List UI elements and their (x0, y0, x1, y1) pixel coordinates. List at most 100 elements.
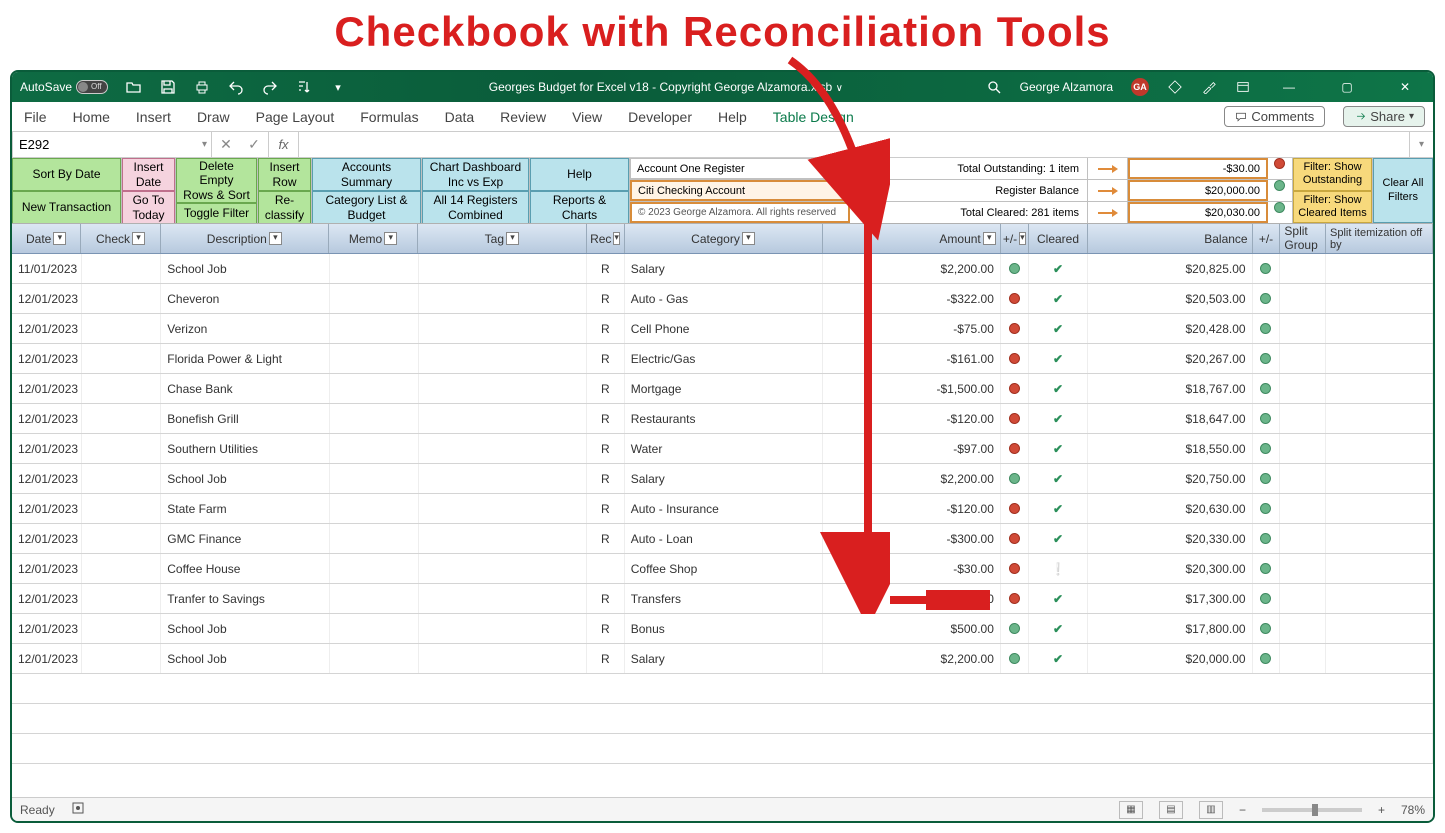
cell-date[interactable]: 12/01/2023 (12, 584, 82, 613)
open-icon[interactable] (126, 79, 142, 95)
zoom-out-button[interactable]: − (1239, 803, 1246, 817)
name-box[interactable]: E292▾ (12, 132, 212, 157)
page-break-view-button[interactable]: ▥ (1199, 801, 1223, 819)
cell-memo[interactable] (330, 554, 419, 583)
cell-split-group[interactable] (1280, 434, 1326, 463)
cell-tag[interactable] (419, 554, 587, 583)
cell-date[interactable]: 12/01/2023 (12, 314, 82, 343)
cell-check[interactable] (82, 404, 161, 433)
cell-description[interactable]: Tranfer to Savings (161, 584, 329, 613)
cell-date[interactable]: 12/01/2023 (12, 434, 82, 463)
cell-rec[interactable]: R (587, 464, 625, 493)
diamond-icon[interactable] (1167, 79, 1183, 95)
category-list-button[interactable]: Category List & Budget (312, 191, 421, 223)
cell-tag[interactable] (419, 254, 587, 283)
cell-description[interactable]: School Job (161, 254, 329, 283)
brush-icon[interactable] (1201, 79, 1217, 95)
cell-memo[interactable] (330, 404, 419, 433)
column-rec[interactable]: Rec▾ (587, 224, 625, 253)
cell-category[interactable]: Salary (625, 254, 823, 283)
cell-check[interactable] (82, 494, 161, 523)
column-plus-minus-2[interactable]: +/- (1253, 224, 1281, 253)
cell-split-itemization[interactable] (1326, 524, 1433, 553)
cell-cleared-icon[interactable]: ✔ (1029, 284, 1088, 313)
cell-category[interactable]: Salary (625, 644, 823, 673)
cell-cleared-icon[interactable]: ✔ (1029, 464, 1088, 493)
cell-tag[interactable] (419, 404, 587, 433)
fx-icon[interactable]: fx (269, 132, 299, 157)
filter-dropdown-icon[interactable]: ▾ (506, 232, 519, 245)
ribbon-mode-icon[interactable] (1235, 79, 1251, 95)
filter-dropdown-icon[interactable]: ▾ (742, 232, 755, 245)
cell-cleared-icon[interactable]: ✔ (1029, 434, 1088, 463)
cell-split-group[interactable] (1280, 464, 1326, 493)
tab-table-design[interactable]: Table Design (769, 109, 858, 125)
cell-tag[interactable] (419, 524, 587, 553)
table-row[interactable]: 12/01/2023Florida Power & LightRElectric… (12, 344, 1433, 374)
tab-review[interactable]: Review (496, 109, 550, 125)
cell-split-group[interactable] (1280, 554, 1326, 583)
cell-split-group[interactable] (1280, 314, 1326, 343)
column-check[interactable]: Check▾ (81, 224, 160, 253)
tab-draw[interactable]: Draw (193, 109, 234, 125)
share-button[interactable]: Share ▾ (1343, 106, 1425, 127)
cell-amount[interactable]: -$300.00 (823, 524, 1001, 553)
cell-amount[interactable]: $500.00 (823, 614, 1001, 643)
cell-amount[interactable]: -$322.00 (823, 284, 1001, 313)
cell-amount[interactable]: -$75.00 (823, 314, 1001, 343)
insert-row-button[interactable]: Insert Row (258, 158, 311, 191)
table-row[interactable]: 12/01/2023Bonefish GrillRRestaurants-$12… (12, 404, 1433, 434)
maximize-button[interactable]: ▢ (1327, 72, 1367, 102)
table-row[interactable]: 12/01/2023VerizonRCell Phone-$75.00✔$20,… (12, 314, 1433, 344)
cell-amount[interactable]: $2,200.00 (823, 644, 1001, 673)
cell-amount[interactable]: -$1,500.00 (823, 374, 1001, 403)
cell-split-group[interactable] (1280, 644, 1326, 673)
cell-amount[interactable]: -$3,000.00 (823, 584, 1001, 613)
cell-memo[interactable] (330, 314, 419, 343)
cell-split-itemization[interactable] (1326, 644, 1433, 673)
cell-split-group[interactable] (1280, 344, 1326, 373)
cell-date[interactable]: 12/01/2023 (12, 404, 82, 433)
tab-developer[interactable]: Developer (624, 109, 696, 125)
cell-cleared-icon[interactable]: ✔ (1029, 314, 1088, 343)
cell-split-group[interactable] (1280, 284, 1326, 313)
undo-icon[interactable] (228, 79, 244, 95)
cell-tag[interactable] (419, 344, 587, 373)
cell-rec[interactable]: R (587, 344, 625, 373)
save-icon[interactable] (160, 79, 176, 95)
cell-cleared-icon[interactable]: ✔ (1029, 404, 1088, 433)
cell-date[interactable]: 12/01/2023 (12, 374, 82, 403)
tab-home[interactable]: Home (69, 109, 114, 125)
all-registers-button[interactable]: All 14 Registers Combined (422, 191, 529, 223)
cell-rec[interactable]: R (587, 374, 625, 403)
cell-category[interactable]: Auto - Loan (625, 524, 823, 553)
cell-date[interactable]: 12/01/2023 (12, 464, 82, 493)
table-row[interactable]: 12/01/2023Coffee HouseCoffee Shop-$30.00… (12, 554, 1433, 584)
cell-split-itemization[interactable] (1326, 554, 1433, 583)
macro-recorder-icon[interactable] (71, 801, 85, 818)
cell-split-itemization[interactable] (1326, 374, 1433, 403)
table-row[interactable]: 12/01/2023Chase BankRMortgage-$1,500.00✔… (12, 374, 1433, 404)
cell-tag[interactable] (419, 644, 587, 673)
cell-date[interactable]: 12/01/2023 (12, 284, 82, 313)
cell-split-group[interactable] (1280, 614, 1326, 643)
cell-rec[interactable]: R (587, 284, 625, 313)
toggle-filter-button[interactable]: Toggle Filter (176, 203, 257, 223)
table-row[interactable]: 12/01/2023Southern UtilitiesRWater-$97.0… (12, 434, 1433, 464)
cell-rec[interactable]: R (587, 584, 625, 613)
tab-formulas[interactable]: Formulas (356, 109, 422, 125)
cell-category[interactable]: Bonus (625, 614, 823, 643)
cell-cleared-icon[interactable]: ✔ (1029, 584, 1088, 613)
cell-split-group[interactable] (1280, 584, 1326, 613)
cell-rec[interactable]: R (587, 614, 625, 643)
cell-memo[interactable] (330, 614, 419, 643)
cell-date[interactable]: 12/01/2023 (12, 344, 82, 373)
cell-cleared-icon[interactable]: ✔ (1029, 344, 1088, 373)
cell-rec[interactable]: R (587, 494, 625, 523)
cell-description[interactable]: School Job (161, 644, 329, 673)
cell-memo[interactable] (330, 464, 419, 493)
autosave-toggle[interactable]: AutoSave Off (20, 80, 108, 94)
cell-split-itemization[interactable] (1326, 614, 1433, 643)
cell-tag[interactable] (419, 464, 587, 493)
cell-rec[interactable]: R (587, 254, 625, 283)
